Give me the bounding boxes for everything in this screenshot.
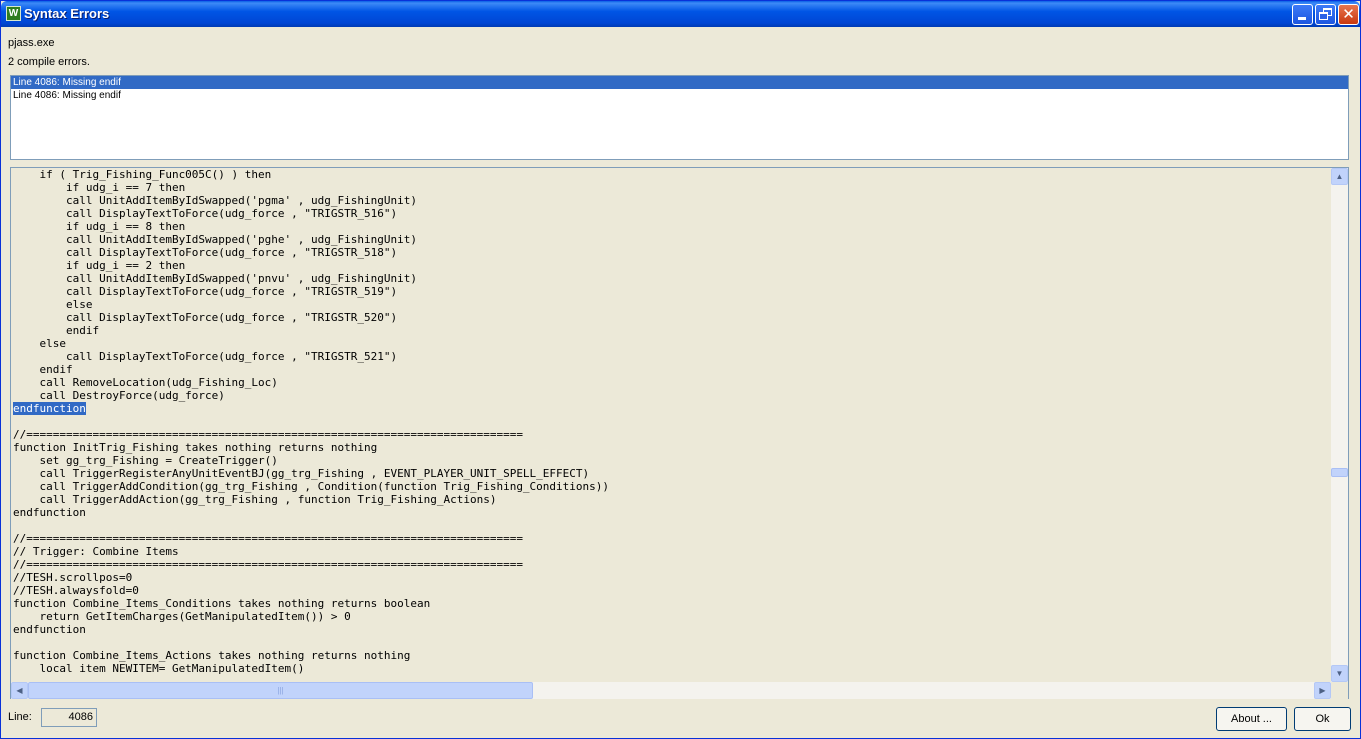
code-line: //TESH.alwaysfold=0 xyxy=(13,584,139,597)
code-line: //======================================… xyxy=(13,558,523,571)
app-icon: W xyxy=(6,6,21,21)
code-line: return GetItemCharges(GetManipulatedItem… xyxy=(13,610,351,623)
code-line: if udg_i == 7 then xyxy=(13,181,186,194)
line-label: Line: xyxy=(8,711,32,723)
code-line: function Combine_Items_Conditions takes … xyxy=(13,597,431,610)
code-line: call TriggerAddCondition(gg_trg_Fishing … xyxy=(13,480,610,493)
horizontal-scroll-thumb[interactable]: ||| xyxy=(28,682,533,699)
syntax-errors-window: W Syntax Errors ✕ pjass.exe 2 compile er… xyxy=(0,0,1361,739)
scroll-right-button[interactable]: ▶ xyxy=(1314,682,1331,699)
code-line: function InitTrig_Fishing takes nothing … xyxy=(13,441,378,454)
error-list[interactable]: Line 4086: Missing endif Line 4086: Miss… xyxy=(10,75,1349,160)
code-line: endfunction xyxy=(11,402,1331,415)
highlighted-code-text: endfunction xyxy=(13,402,86,415)
error-count-label: 2 compile errors. xyxy=(8,56,90,68)
code-view[interactable]: if ( Trig_Fishing_Func005C() ) then if u… xyxy=(10,167,1349,699)
code-line: call DestroyForce(udg_force) xyxy=(13,389,225,402)
minimize-button[interactable] xyxy=(1292,4,1313,25)
scroll-down-icon: ▼ xyxy=(1335,669,1344,678)
code-line: call DisplayTextToForce(udg_force , "TRI… xyxy=(13,207,398,220)
code-line: call RemoveLocation(udg_Fishing_Loc) xyxy=(13,376,278,389)
code-line: if udg_i == 8 then xyxy=(13,220,186,233)
code-line: call DisplayTextToForce(udg_force , "TRI… xyxy=(13,285,398,298)
close-button[interactable]: ✕ xyxy=(1338,4,1359,25)
scroll-left-button[interactable]: ◀ xyxy=(11,682,28,699)
scroll-up-button[interactable]: ▲ xyxy=(1331,168,1348,185)
code-line: call DisplayTextToForce(udg_force , "TRI… xyxy=(13,311,398,324)
ok-button[interactable]: Ok xyxy=(1294,707,1351,731)
code-line: function Combine_Items_Actions takes not… xyxy=(13,649,411,662)
code-line: endfunction xyxy=(13,506,86,519)
vertical-scrollbar[interactable]: ▲ ▼ xyxy=(1331,168,1348,682)
code-line: call TriggerAddAction(gg_trg_Fishing , f… xyxy=(13,493,497,506)
about-button[interactable]: About ... xyxy=(1216,707,1287,731)
code-line: call DisplayTextToForce(udg_force , "TRI… xyxy=(13,350,398,363)
close-icon: ✕ xyxy=(1342,5,1355,23)
code-line: endfunction xyxy=(13,623,86,636)
scrollbar-corner xyxy=(1331,682,1348,699)
scroll-up-icon: ▲ xyxy=(1335,172,1344,181)
code-line: endif xyxy=(13,324,100,337)
exe-label: pjass.exe xyxy=(8,37,55,49)
vertical-scroll-thumb[interactable] xyxy=(1331,468,1348,477)
code-line: //======================================… xyxy=(13,428,523,441)
code-line: call DisplayTextToForce(udg_force , "TRI… xyxy=(13,246,398,259)
code-line: else xyxy=(13,337,66,350)
code-line: // Trigger: Combine Items xyxy=(13,545,179,558)
code-line: endif xyxy=(13,363,73,376)
code-line: //======================================… xyxy=(13,532,523,545)
code-line: local item NEWITEM= GetManipulatedItem() xyxy=(13,662,305,675)
minimize-icon xyxy=(1298,17,1306,20)
error-list-item[interactable]: Line 4086: Missing endif xyxy=(11,89,1348,102)
scroll-right-icon: ▶ xyxy=(1319,686,1326,695)
code-text-area[interactable]: if ( Trig_Fishing_Func005C() ) then if u… xyxy=(11,168,1331,682)
window-title: Syntax Errors xyxy=(24,6,110,21)
code-line: //TESH.scrollpos=0 xyxy=(13,571,133,584)
scroll-left-icon: ◀ xyxy=(16,686,23,695)
horizontal-scrollbar[interactable]: ◀ ||| ▶ xyxy=(11,682,1331,699)
error-list-item[interactable]: Line 4086: Missing endif xyxy=(11,76,1348,89)
code-line: else xyxy=(13,298,93,311)
code-line: call UnitAddItemByIdSwapped('pghe' , udg… xyxy=(13,233,417,246)
code-line: set gg_trg_Fishing = CreateTrigger() xyxy=(13,454,278,467)
code-line: if ( Trig_Fishing_Func005C() ) then xyxy=(13,168,272,181)
line-number-field: 4086 xyxy=(41,708,97,727)
code-line: call TriggerRegisterAnyUnitEventBJ(gg_tr… xyxy=(13,467,590,480)
code-line: call UnitAddItemByIdSwapped('pnvu' , udg… xyxy=(13,272,417,285)
code-line: if udg_i == 2 then xyxy=(13,259,186,272)
code-line: call UnitAddItemByIdSwapped('pgma' , udg… xyxy=(13,194,417,207)
maximize-button[interactable] xyxy=(1315,4,1336,25)
scroll-down-button[interactable]: ▼ xyxy=(1331,665,1348,682)
title-bar[interactable]: W Syntax Errors ✕ xyxy=(1,1,1360,27)
